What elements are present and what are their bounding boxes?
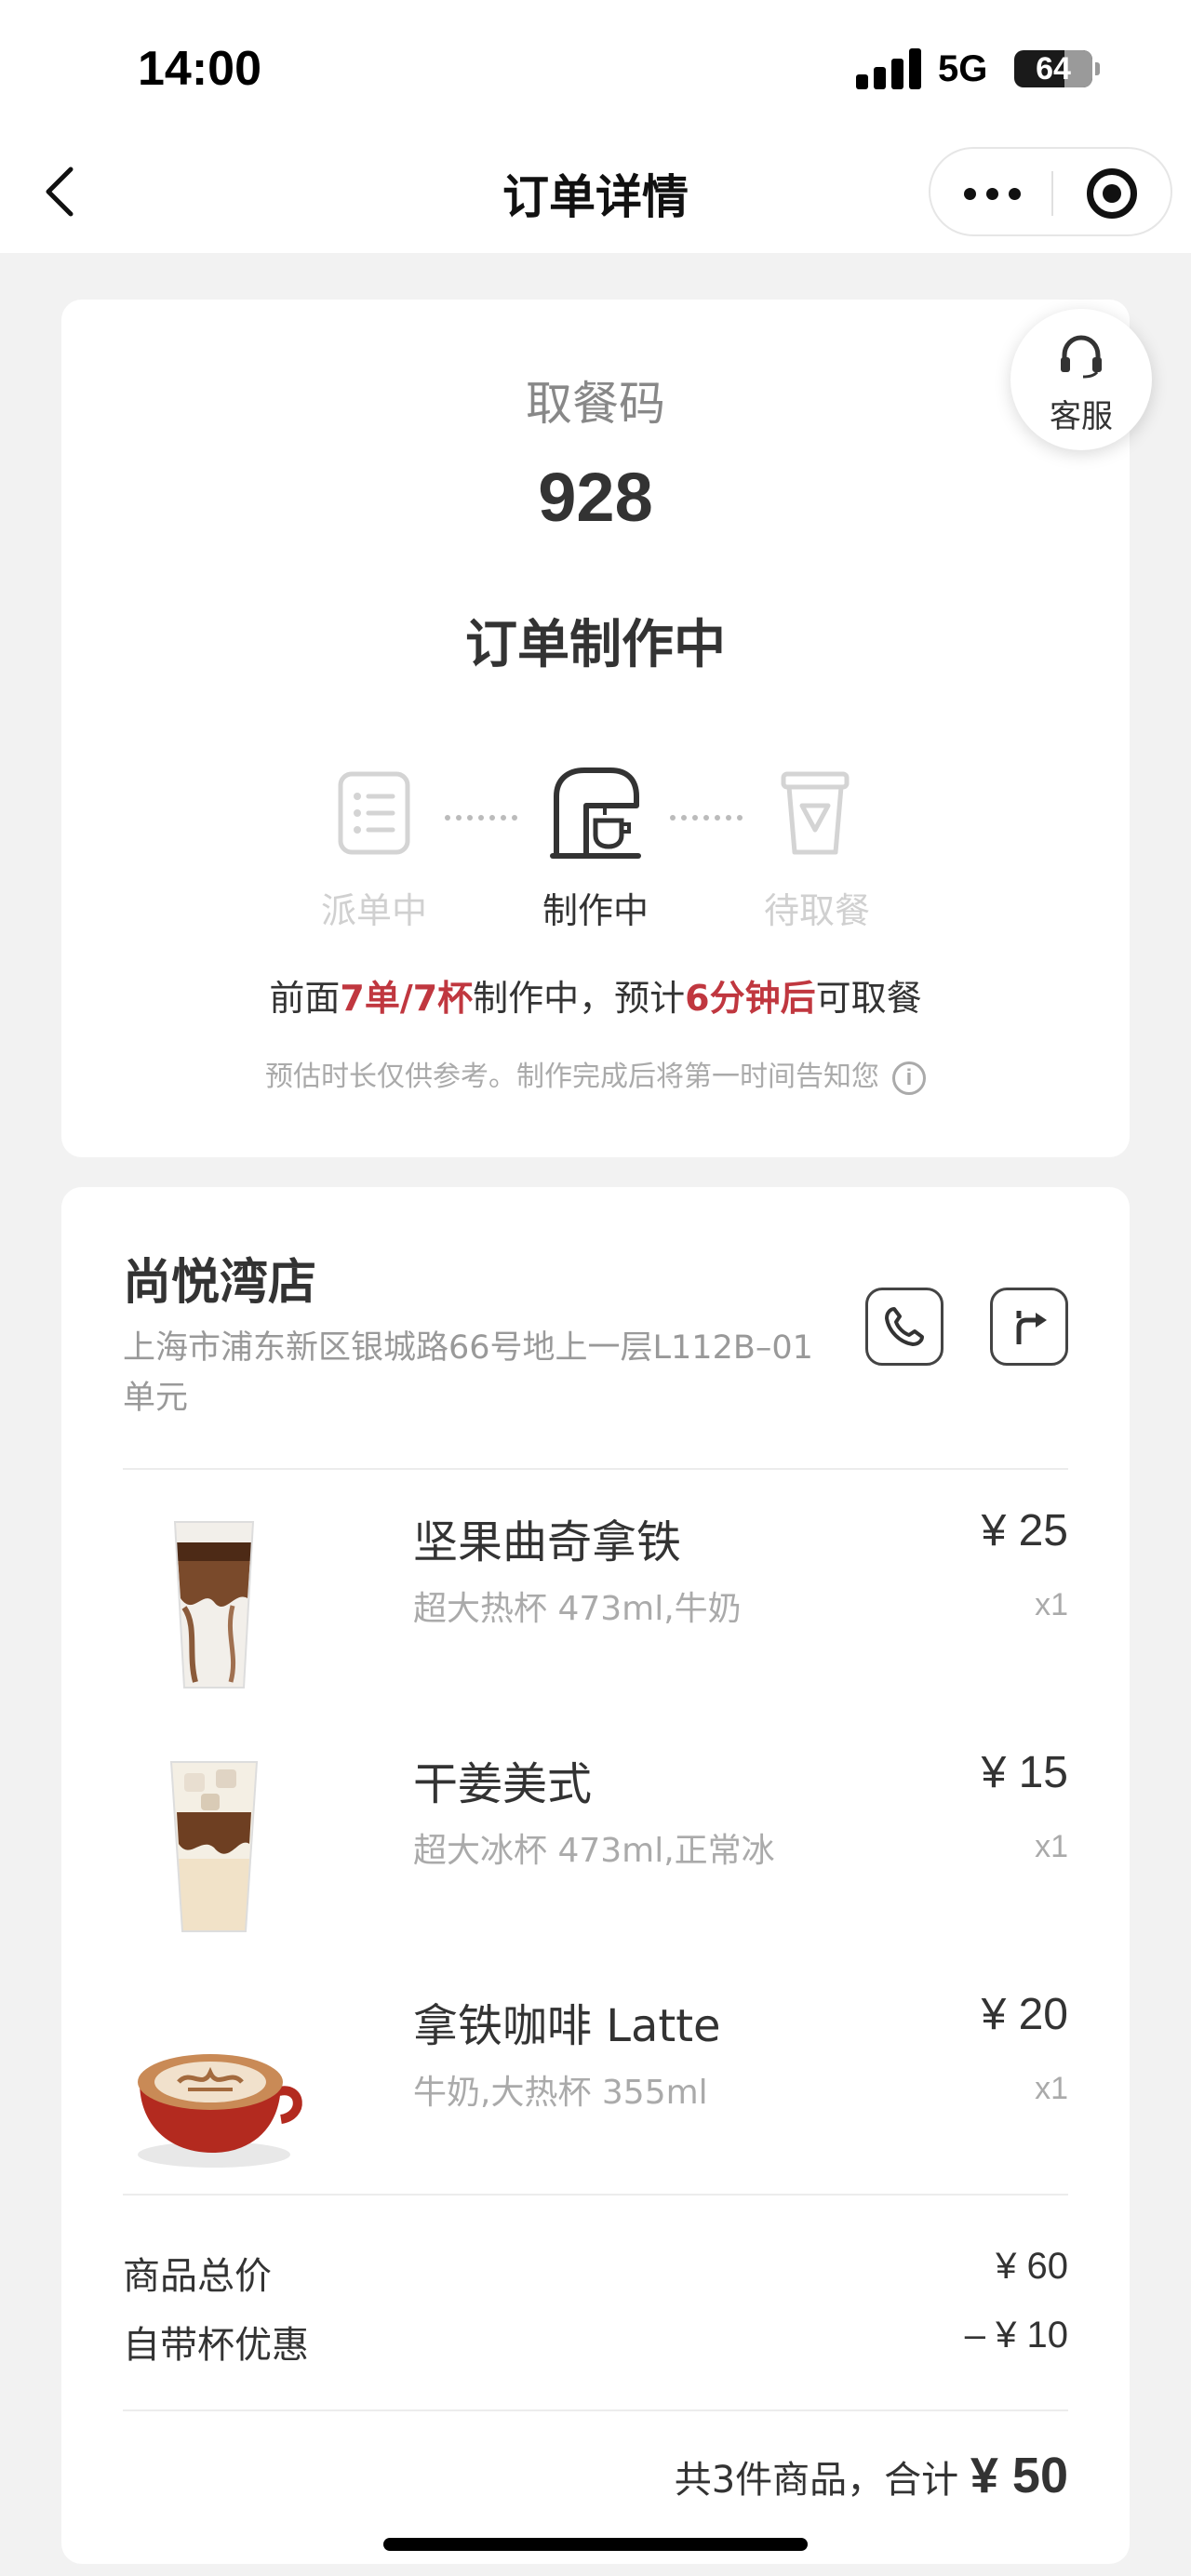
step-connector	[445, 815, 517, 821]
status-time: 14:00	[138, 42, 261, 96]
miniprogram-capsule	[929, 147, 1172, 236]
order-item: 拿铁咖啡 Latte 牛奶,大热杯 355ml ¥ 20 x1	[123, 1989, 1068, 2184]
item-spec: 牛奶,大热杯 355ml	[413, 2074, 708, 2112]
dispatch-list-icon	[338, 771, 410, 855]
total-amount: ¥ 50	[970, 2448, 1068, 2503]
store-name: 尚悦湾店	[123, 1255, 317, 1311]
wait-info: 前面7单/7杯制作中，预计6分钟后可取餐	[269, 978, 922, 1019]
item-spec: 超大热杯 473ml,牛奶	[413, 1590, 742, 1628]
order-status-card: 取餐码 928 订单制作中 派单中 制作中 待取餐 前面7单/7杯制作中，预计6…	[61, 300, 1130, 1157]
item-name: 拿铁咖啡 Latte	[413, 2000, 721, 2052]
order-item: 坚果曲奇拿铁 超大热杯 473ml,牛奶 ¥ 25 x1	[123, 1505, 1068, 1701]
divider	[123, 2409, 1068, 2411]
step-dispatching: 派单中	[320, 890, 427, 931]
item-name: 坚果曲奇拿铁	[413, 1516, 682, 1568]
subtotal-label: 商品总价	[123, 2255, 272, 2298]
battery-icon: 64	[1014, 50, 1100, 87]
phone-icon	[885, 1307, 924, 1346]
order-status-title: 订单制作中	[465, 615, 726, 675]
directions-icon	[1016, 1311, 1047, 1344]
product-image	[169, 1761, 259, 1932]
signal-icon	[856, 47, 923, 89]
headset-icon	[1061, 335, 1102, 379]
item-price: ¥ 25	[981, 1506, 1068, 1555]
nav-bar: 订单详情	[0, 130, 1191, 253]
order-item: 干姜美式 超大冰杯 473ml,正常冰 ¥ 15 x1	[123, 1747, 1068, 1942]
estimate-notice: 预估时长仅供参考。制作完成后将第一时间告知您 i	[61, 1053, 1130, 1095]
call-store-button[interactable]	[865, 1288, 943, 1366]
product-image	[173, 1521, 255, 1688]
step-ready: 待取餐	[763, 890, 870, 931]
info-icon[interactable]: i	[892, 1061, 926, 1095]
pickup-code: 928	[538, 459, 653, 536]
close-target-icon[interactable]	[1087, 168, 1137, 219]
item-price: ¥ 15	[981, 1748, 1068, 1797]
item-qty: x1	[1035, 2071, 1068, 2106]
step-making: 制作中	[542, 890, 649, 931]
battery-level: 64	[1036, 51, 1071, 87]
item-price: ¥ 20	[981, 1990, 1068, 2039]
customer-service-label: 客服	[1050, 398, 1113, 435]
item-spec: 超大冰杯 473ml,正常冰	[413, 1832, 775, 1870]
more-button[interactable]	[964, 173, 1025, 214]
network-label: 5G	[938, 48, 988, 89]
item-qty: x1	[1035, 1587, 1068, 1622]
home-indicator	[383, 2538, 808, 2551]
navigate-button[interactable]	[990, 1288, 1068, 1366]
discount-label: 自带杯优惠	[123, 2324, 309, 2367]
divider	[123, 2194, 1068, 2196]
coffee-machine-icon	[550, 767, 641, 859]
order-total: 共3件商品，合计 ¥ 50	[674, 2448, 1068, 2503]
cup-icon	[781, 771, 850, 855]
store-address: 上海市浦东新区银城路66号地上一层L112B–01单元	[123, 1329, 813, 1417]
subtotal-value: ¥ 60	[996, 2246, 1068, 2287]
item-name: 干姜美式	[413, 1758, 593, 1810]
divider	[123, 1468, 1068, 1470]
product-image	[138, 2054, 302, 2168]
customer-service-button[interactable]: 客服	[1010, 309, 1152, 450]
item-qty: x1	[1035, 1829, 1068, 1864]
status-bar: 14:00 5G 64	[0, 0, 1191, 130]
step-connector	[670, 815, 743, 821]
order-items-card: 尚悦湾店 上海市浦东新区银城路66号地上一层L112B–01单元 坚果曲奇拿铁 …	[61, 1187, 1130, 2564]
discount-value: – ¥ 10	[964, 2315, 1068, 2356]
pickup-code-label: 取餐码	[526, 377, 665, 431]
